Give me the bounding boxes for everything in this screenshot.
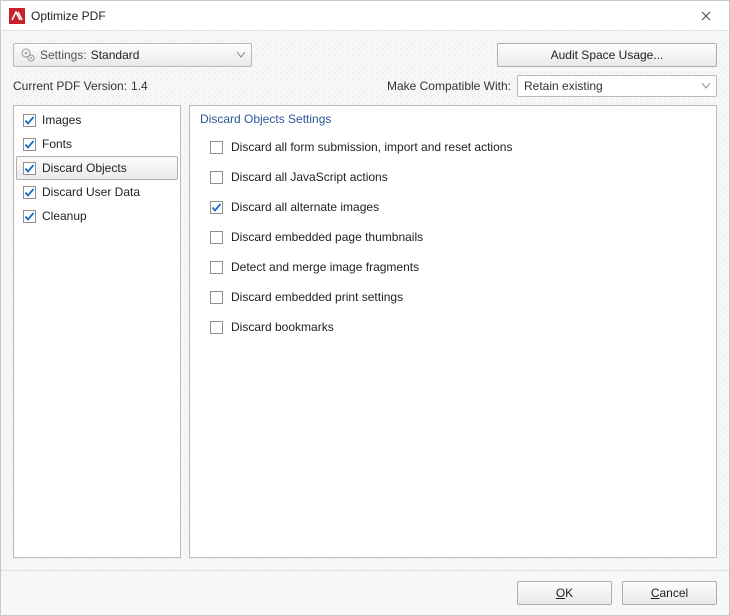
compat-value: Retain existing [524, 79, 603, 93]
options-list: Discard all form submission, import and … [190, 134, 716, 340]
option-label: Discard embedded print settings [231, 290, 403, 304]
checkbox[interactable] [23, 186, 36, 199]
settings-label: Settings: [40, 48, 87, 62]
gear-icon [20, 47, 36, 63]
option-row[interactable]: Discard all alternate images [210, 200, 696, 214]
cancel-button[interactable]: Cancel [622, 581, 717, 605]
checkmark-icon [211, 202, 222, 213]
checkbox[interactable] [23, 114, 36, 127]
close-button[interactable] [683, 1, 729, 31]
checkbox[interactable] [210, 171, 223, 184]
option-row[interactable]: Discard bookmarks [210, 320, 696, 334]
checkmark-icon [24, 211, 35, 222]
titlebar: Optimize PDF [1, 1, 729, 31]
checkbox[interactable] [210, 141, 223, 154]
sidebar-item[interactable]: Discard Objects [16, 156, 178, 180]
footer: OK Cancel [1, 570, 729, 615]
checkbox[interactable] [23, 162, 36, 175]
current-version-label: Current PDF Version: [13, 79, 127, 93]
app-icon [9, 8, 25, 24]
option-label: Discard all alternate images [231, 200, 379, 214]
version-row: Current PDF Version: 1.4 Make Compatible… [1, 75, 729, 105]
checkbox[interactable] [23, 138, 36, 151]
cancel-label: Cancel [651, 586, 688, 600]
option-row[interactable]: Discard all JavaScript actions [210, 170, 696, 184]
settings-value: Standard [91, 48, 140, 62]
main: Images Fonts Discard Objects Discard User D… [1, 105, 729, 570]
option-row[interactable]: Discard all form submission, import and … [210, 140, 696, 154]
checkbox[interactable] [210, 231, 223, 244]
sidebar-item[interactable]: Images [16, 108, 178, 132]
current-version-value: 1.4 [131, 79, 148, 93]
content-header: Discard Objects Settings [190, 106, 716, 134]
ok-button[interactable]: OK [517, 581, 612, 605]
checkbox[interactable] [23, 210, 36, 223]
close-icon [701, 11, 711, 21]
option-row[interactable]: Discard embedded page thumbnails [210, 230, 696, 244]
sidebar-item[interactable]: Discard User Data [16, 180, 178, 204]
sidebar-item-label: Discard User Data [42, 185, 140, 199]
content-panel: Discard Objects Settings Discard all for… [189, 105, 717, 558]
compat-dropdown[interactable]: Retain existing [517, 75, 717, 97]
option-label: Discard embedded page thumbnails [231, 230, 423, 244]
option-row[interactable]: Discard embedded print settings [210, 290, 696, 304]
sidebar-item-label: Cleanup [42, 209, 87, 223]
audit-space-usage-button[interactable]: Audit Space Usage... [497, 43, 717, 67]
sidebar: Images Fonts Discard Objects Discard User D… [13, 105, 181, 558]
sidebar-item[interactable]: Fonts [16, 132, 178, 156]
sidebar-item-label: Discard Objects [42, 161, 127, 175]
checkmark-icon [24, 139, 35, 150]
checkbox[interactable] [210, 261, 223, 274]
audit-button-label: Audit Space Usage... [551, 48, 664, 62]
settings-dropdown[interactable]: Settings: Standard [13, 43, 252, 67]
chevron-down-icon [702, 83, 710, 89]
window-title: Optimize PDF [31, 9, 683, 23]
toolbar: Settings: Standard Audit Space Usage... [1, 31, 729, 75]
option-label: Discard bookmarks [231, 320, 334, 334]
checkbox[interactable] [210, 291, 223, 304]
option-row[interactable]: Detect and merge image fragments [210, 260, 696, 274]
chevron-down-icon [237, 52, 245, 58]
option-label: Detect and merge image fragments [231, 260, 419, 274]
checkmark-icon [24, 115, 35, 126]
sidebar-item[interactable]: Cleanup [16, 204, 178, 228]
sidebar-item-label: Fonts [42, 137, 72, 151]
checkbox[interactable] [210, 321, 223, 334]
checkbox[interactable] [210, 201, 223, 214]
checkmark-icon [24, 163, 35, 174]
option-label: Discard all form submission, import and … [231, 140, 512, 154]
compat-label: Make Compatible With: [387, 79, 511, 93]
checkmark-icon [24, 187, 35, 198]
ok-label: OK [556, 586, 573, 600]
option-label: Discard all JavaScript actions [231, 170, 388, 184]
sidebar-item-label: Images [42, 113, 81, 127]
